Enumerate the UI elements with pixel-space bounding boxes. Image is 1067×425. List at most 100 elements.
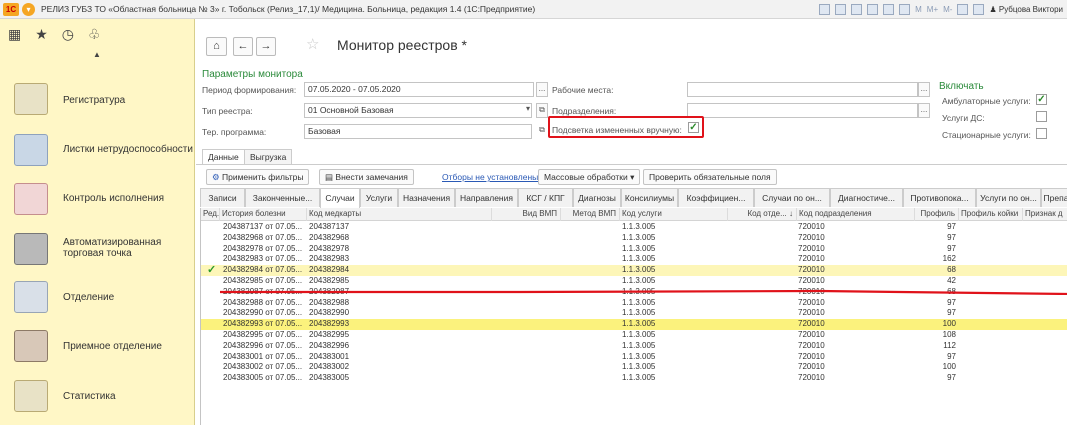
table-row[interactable]: 204387137 от 07.05... 204387137 1.1.3.005 7…: [201, 222, 1067, 233]
cell-card: 204387137: [309, 222, 350, 231]
sidebar-item-registry[interactable]: Регистратура: [0, 79, 195, 119]
col-edited[interactable]: Ред.: [201, 208, 220, 221]
subtab-diagnoses[interactable]: Диагнозы: [573, 188, 621, 207]
favorite-star-icon[interactable]: ☆: [306, 35, 319, 53]
subtab-coefficients[interactable]: Коэффициен...: [678, 188, 754, 207]
table-row[interactable]: 204382983 от 07.05... 204382983 1.1.3.005 7…: [201, 254, 1067, 265]
sidebar-item-reception[interactable]: Приемное отделение: [0, 326, 195, 366]
table-row[interactable]: 204382985 от 07.05... 204382985 1.1.3.005 7…: [201, 276, 1067, 287]
preview-icon[interactable]: [851, 4, 863, 15]
tab-export[interactable]: Выгрузка: [244, 149, 293, 165]
subtab-contraindications[interactable]: Противопока...: [903, 188, 976, 207]
subtab-diagnostics[interactable]: Диагностиче...: [830, 188, 903, 207]
cell-profile: 97: [947, 243, 956, 253]
sidebar-item-cash-register[interactable]: Автоматизированная торговая точка: [0, 227, 195, 271]
include-outpatient-checkbox[interactable]: ✓: [1036, 94, 1047, 105]
table-row[interactable]: 204382988 от 07.05... 204382988 1.1.3.005 7…: [201, 298, 1067, 309]
type-field[interactable]: 01 Основной Базовая: [304, 103, 532, 118]
collapse-up-icon[interactable]: ▲: [0, 50, 194, 62]
cell-dept: 720010: [798, 308, 825, 318]
main-menu-icon[interactable]: ▾: [22, 2, 35, 16]
period-field[interactable]: 07.05.2020 - 07.05.2020: [304, 82, 534, 97]
type-open-icon[interactable]: ⧉: [536, 103, 548, 118]
history-icon[interactable]: ◷: [62, 26, 74, 43]
subtab-onco-services[interactable]: Услуги по он...: [976, 188, 1041, 207]
sidebar-item-statistics[interactable]: Статистика: [0, 376, 195, 416]
comment-icon: ▤: [325, 172, 334, 182]
col-vmp-type[interactable]: Вид ВМП: [492, 208, 561, 221]
type-dropdown-icon[interactable]: ▾: [523, 103, 533, 118]
cell-dept: 720010: [798, 243, 825, 253]
subtab-cases[interactable]: Случаи: [320, 188, 360, 208]
include-day-care-checkbox[interactable]: [1036, 111, 1047, 122]
subtab-consiliums[interactable]: Консилиумы: [621, 188, 678, 207]
departments-select-button[interactable]: ...: [918, 103, 930, 118]
sidebar-item-ward[interactable]: Отделение: [0, 277, 195, 317]
workplaces-select-button[interactable]: ...: [918, 82, 930, 97]
table-row[interactable]: 204382978 от 07.05... 204382978 1.1.3.005 7…: [201, 244, 1067, 255]
table-row[interactable]: 204383005 от 07.05... 204383005 1.1.3.005 7…: [201, 373, 1067, 384]
calc-icon[interactable]: [899, 4, 911, 15]
table-row[interactable]: 204383001 от 07.05... 204383001 1.1.3.005 7…: [201, 352, 1067, 363]
col-service-code[interactable]: Код услуги: [620, 208, 728, 221]
home-button[interactable]: ⌂: [206, 37, 227, 56]
sidebar-item-sick-leave[interactable]: Листки нетрудоспособности: [0, 130, 195, 170]
subtab-referrals[interactable]: Направления: [455, 188, 518, 207]
user-name[interactable]: ♟ Рубцова Виктори: [989, 5, 1063, 14]
table-row[interactable]: 204382993 от 07.05... 204382993 1.1.3.005 7…: [201, 319, 1067, 330]
link-icon[interactable]: [867, 4, 879, 15]
sidebar-item-label: Листки нетрудоспособности: [63, 144, 193, 155]
col-dept-code-short[interactable]: Код отде... ↓: [728, 208, 797, 221]
col-history[interactable]: История болезни: [220, 208, 307, 221]
back-button[interactable]: ←: [233, 37, 253, 56]
print-icon[interactable]: [835, 4, 847, 15]
col-profile[interactable]: Профиль: [915, 208, 959, 221]
forward-button[interactable]: →: [256, 37, 276, 56]
program-open-icon[interactable]: ⧉: [536, 124, 548, 139]
memory-minus-button[interactable]: M-: [943, 5, 952, 14]
filter-icon: ⚙: [212, 172, 220, 182]
subtab-services[interactable]: Услуги: [360, 188, 398, 207]
subtab-ksg[interactable]: КСГ / КПГ: [518, 188, 573, 207]
subtab-finished[interactable]: Законченные...: [245, 188, 320, 207]
zoom-icon[interactable]: [957, 4, 969, 15]
table-row[interactable]: 204382995 от 07.05... 204382995 1.1.3.005 7…: [201, 330, 1067, 341]
sidebar-item-control[interactable]: Контроль исполнения: [0, 179, 195, 219]
apply-filters-button[interactable]: ⚙ Применить фильтры: [206, 169, 310, 185]
cell-card: 204382993: [309, 319, 350, 329]
add-remarks-button[interactable]: ▤ Внести замечания: [319, 169, 414, 185]
col-vmp-method[interactable]: Метод ВМП: [561, 208, 620, 221]
mass-processing-button[interactable]: Массовые обработки ▾: [538, 169, 641, 185]
table-row[interactable]: 204382996 от 07.05... 204382996 1.1.3.005 7…: [201, 341, 1067, 352]
filters-link[interactable]: Отборы не установлены: [442, 172, 538, 182]
check-fields-button[interactable]: Проверить обязательные поля: [643, 169, 777, 185]
table-row[interactable]: 204382984 от 07.05... 204382984 1.1.3.005 7…: [201, 264, 1067, 276]
subtab-drugs[interactable]: Препа: [1041, 188, 1067, 207]
departments-field[interactable]: [687, 103, 918, 118]
col-sign[interactable]: Признак д: [1023, 208, 1067, 221]
subtab-records[interactable]: Записи: [200, 188, 245, 207]
tab-data[interactable]: Данные: [202, 149, 245, 165]
col-dept-code[interactable]: Код подразделения: [797, 208, 915, 221]
notifications-icon[interactable]: ♧: [88, 26, 101, 43]
program-field[interactable]: Базовая: [304, 124, 532, 139]
subtab-prescriptions[interactable]: Назначения: [398, 188, 455, 207]
apps-grid-icon[interactable]: ▦: [8, 26, 21, 43]
calendar-icon[interactable]: [883, 4, 895, 15]
col-bed-profile[interactable]: Профиль койки: [959, 208, 1023, 221]
save-icon[interactable]: [819, 4, 831, 15]
memory-plus-button[interactable]: M+: [927, 5, 938, 14]
workplaces-field[interactable]: [687, 82, 918, 97]
favorites-icon[interactable]: ★: [35, 26, 48, 43]
col-card[interactable]: Код медкарты: [307, 208, 492, 221]
window-icon[interactable]: [973, 4, 985, 15]
cell-history: 204382990 от 07.05...: [223, 308, 303, 318]
table-row[interactable]: 204383002 от 07.05... 204383002 1.1.3.005 7…: [201, 362, 1067, 373]
period-select-button[interactable]: ...: [536, 82, 548, 97]
table-row[interactable]: 204382990 от 07.05... 204382990 1.1.3.005 7…: [201, 308, 1067, 319]
memory-button[interactable]: M: [915, 5, 922, 14]
table-row[interactable]: 204382968 от 07.05... 204382968 1.1.3.005 7…: [201, 233, 1067, 244]
main-area: ⌂ ← → ☆ Монитор реестров * Параметры мон…: [196, 19, 1067, 425]
subtab-onco-cases[interactable]: Случаи по он...: [754, 188, 830, 207]
include-inpatient-checkbox[interactable]: [1036, 128, 1047, 139]
